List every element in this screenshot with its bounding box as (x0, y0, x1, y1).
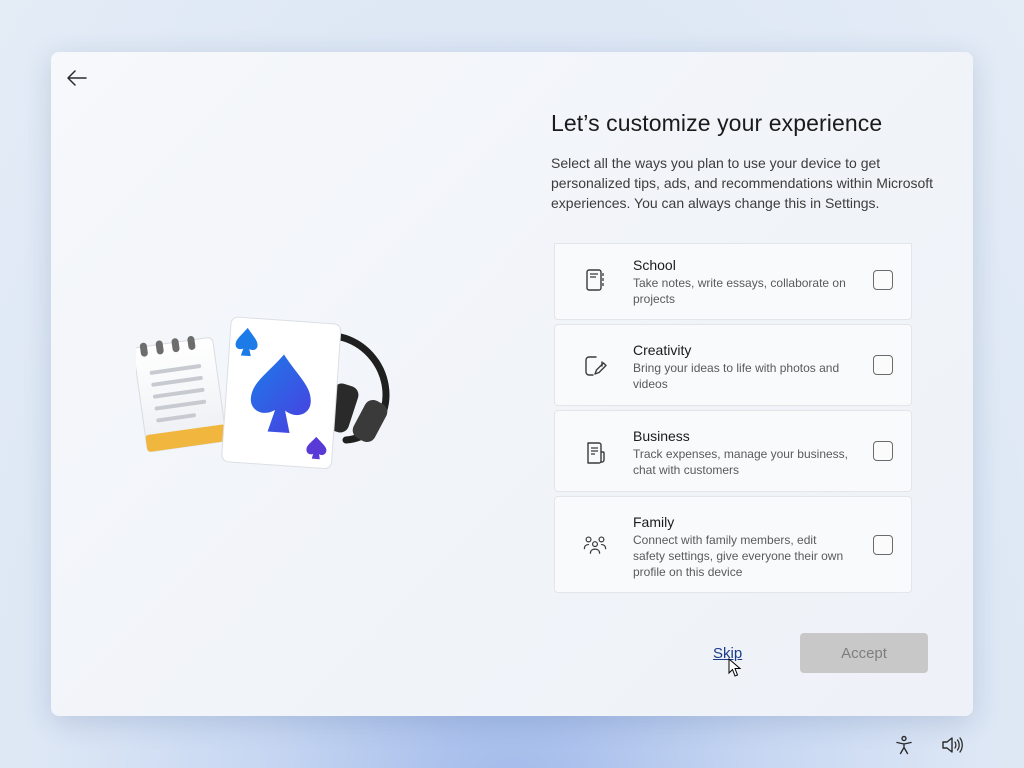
option-title: Business (633, 428, 690, 444)
page-description: Select all the ways you plan to use your… (551, 155, 934, 211)
options-list: School Take notes, write essays, collabo… (554, 243, 912, 597)
family-checkbox[interactable] (873, 535, 893, 555)
spade-card-icon (221, 316, 342, 470)
pen-edit-icon (583, 354, 607, 378)
people-icon (583, 533, 607, 557)
accessibility-icon[interactable] (893, 734, 915, 756)
receipt-icon (583, 440, 607, 464)
back-button[interactable] (65, 66, 89, 90)
option-description: Connect with family members, edit safety… (633, 533, 844, 579)
option-description: Take notes, write essays, collaborate on… (633, 276, 846, 306)
notebook-icon (583, 268, 607, 292)
school-checkbox[interactable] (873, 270, 893, 290)
creativity-checkbox[interactable] (873, 355, 893, 375)
page-title: Let’s customize your experience (551, 110, 883, 136)
notepad-icon (136, 336, 227, 452)
back-arrow-icon (67, 70, 87, 86)
option-creativity[interactable]: Creativity Bring your ideas to life with… (554, 324, 912, 406)
illustration (136, 316, 390, 470)
option-description: Track expenses, manage your business, ch… (633, 447, 848, 477)
business-checkbox[interactable] (873, 441, 893, 461)
mouse-cursor-icon (728, 658, 742, 677)
option-title: Family (633, 514, 675, 530)
accept-button[interactable]: Accept (800, 633, 928, 673)
option-family[interactable]: Family Connect with family members, edit… (554, 496, 912, 593)
option-title: School (633, 257, 676, 273)
option-title: Creativity (633, 342, 692, 358)
option-description: Bring your ideas to life with photos and… (633, 361, 840, 391)
volume-icon[interactable] (941, 734, 963, 756)
option-school[interactable]: School Take notes, write essays, collabo… (554, 243, 912, 320)
oobe-window: Let’s customize your experience Select a… (51, 52, 973, 716)
option-business[interactable]: Business Track expenses, manage your bus… (554, 410, 912, 492)
